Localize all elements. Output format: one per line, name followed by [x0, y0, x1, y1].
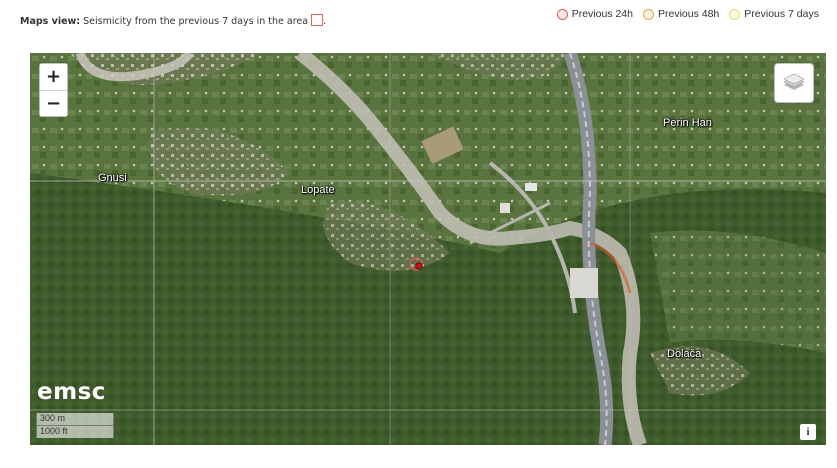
scale-bar: 300 m 1000 ft [36, 413, 114, 438]
circle-7days-icon [729, 8, 741, 20]
area-square-icon [311, 14, 324, 26]
attribution-info-button[interactable]: i [800, 424, 816, 440]
zoom-in-button[interactable]: + [40, 64, 67, 90]
earthquake-event-marker[interactable] [408, 256, 428, 276]
legend-item-7days: Previous 7 days [729, 8, 819, 20]
layers-button[interactable] [774, 63, 814, 103]
caption-prefix: Maps view: [20, 16, 81, 27]
map-caption: Maps view: Seismicity from the previous … [20, 14, 326, 27]
circle-48h-icon [642, 8, 654, 20]
zoom-control: + − [39, 63, 68, 117]
satellite-imagery [30, 53, 826, 445]
legend-label-48h: Previous 48h [657, 8, 720, 20]
legend-label-7days: Previous 7 days [744, 8, 819, 20]
circle-24h-icon [556, 8, 568, 20]
place-label-gnusi: Gnusi [98, 172, 127, 184]
emsc-logo: emsc [37, 379, 106, 405]
scale-imperial: 1000 ft [36, 425, 114, 438]
caption-suffix: . [323, 16, 327, 27]
caption-text: Seismicity from the previous 7 days in t… [83, 16, 309, 27]
layers-icon [783, 73, 805, 90]
legend: Previous 24h Previous 48h Previous 7 day… [556, 8, 819, 20]
legend-item-48h: Previous 48h [642, 8, 720, 20]
zoom-out-button[interactable]: − [40, 90, 67, 116]
legend-label-24h: Previous 24h [571, 8, 633, 20]
place-label-lopate: Lopate [301, 184, 335, 196]
place-label-perin-han: Perin Han [663, 117, 712, 129]
satellite-map[interactable]: + − Perin Han Gnusi Lopate Dolača emsc 3… [30, 53, 826, 445]
legend-item-24h: Previous 24h [556, 8, 633, 20]
place-label-dolaca: Dolača [667, 348, 702, 360]
